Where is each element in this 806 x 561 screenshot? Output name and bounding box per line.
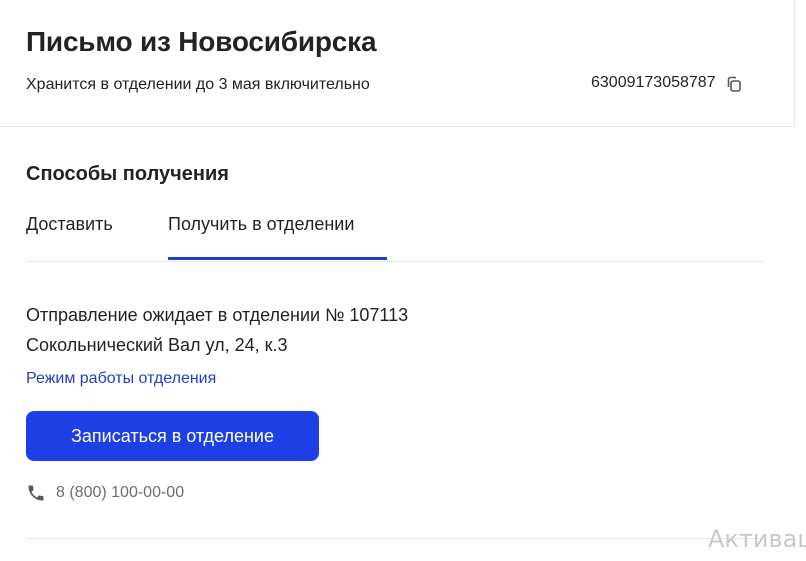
tab-deliver[interactable]: Доставить — [26, 210, 113, 260]
office-number-line: Отправление ожидает в отделении № 107113 — [26, 305, 409, 325]
phone-number[interactable]: 8 (800) 100-00-00 — [56, 482, 184, 504]
pickup-notice: Отправление ожидает в отделении № 107113… — [26, 300, 408, 360]
book-visit-button[interactable]: Записаться в отделение — [26, 411, 319, 461]
bottom-divider — [26, 538, 764, 539]
office-hours-link[interactable]: Режим работы отделения — [26, 368, 216, 390]
tab-pickup-at-office[interactable]: Получить в отделении — [168, 210, 354, 260]
phone-row: 8 (800) 100-00-00 — [26, 482, 184, 504]
storage-note: Хранится в отделении до 3 мая включитель… — [26, 76, 370, 93]
tracking-number: 63009173058787 — [591, 74, 716, 91]
panel-edge — [794, 0, 795, 127]
copy-icon[interactable] — [725, 75, 743, 93]
active-tab-indicator — [168, 257, 387, 260]
header-divider — [0, 126, 795, 127]
office-address: Сокольнический Вал ул, 24, к.3 — [26, 335, 288, 355]
phone-icon — [26, 483, 46, 503]
activation-watermark: Активаці — [708, 525, 806, 553]
shipment-details-page: Письмо из Новосибирска Хранится в отделе… — [0, 0, 806, 561]
page-title: Письмо из Новосибирска — [26, 26, 377, 57]
section-title: Способы получения — [26, 163, 229, 185]
tracking-block: 63009173058787 — [591, 72, 743, 94]
delivery-tabs: Доставить Получить в отделении — [26, 210, 764, 262]
